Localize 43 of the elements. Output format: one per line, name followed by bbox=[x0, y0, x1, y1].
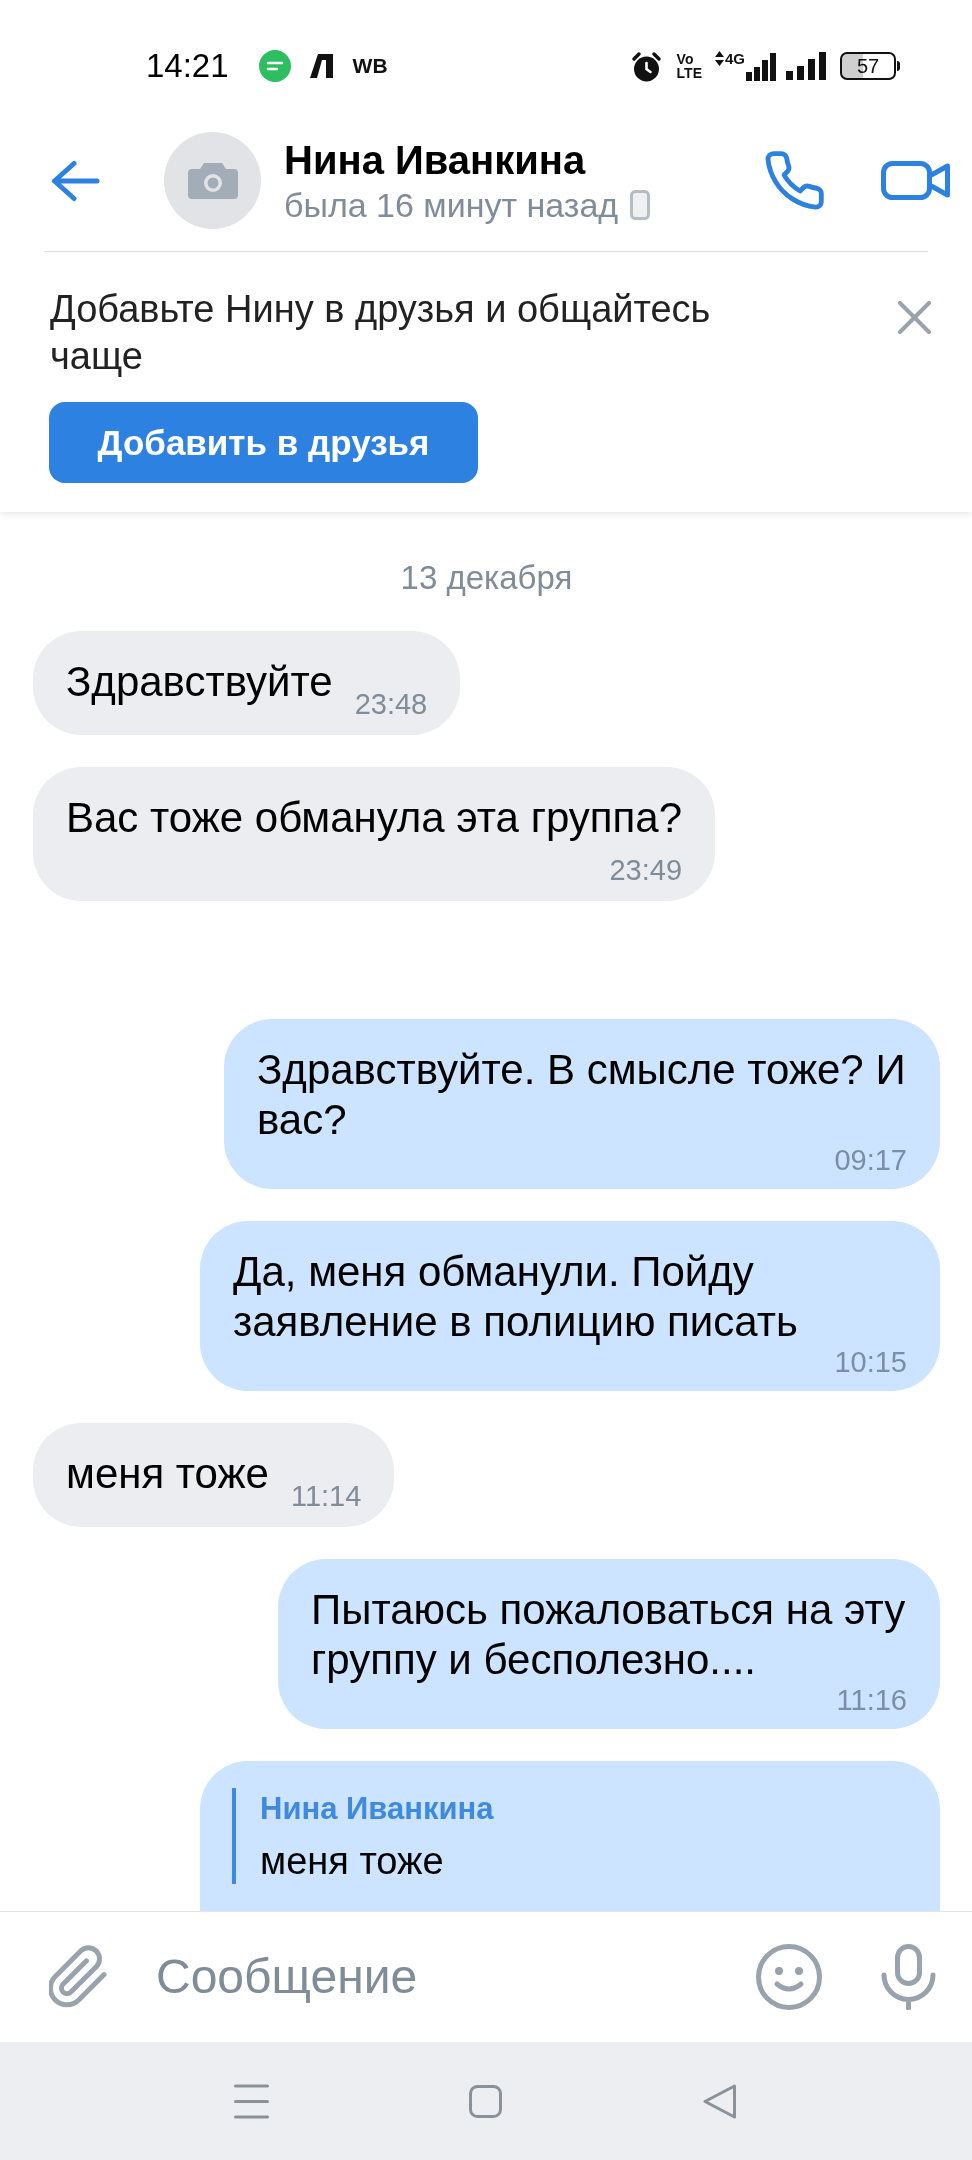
message-time: 23:49 bbox=[608, 853, 683, 887]
phone-icon[interactable] bbox=[764, 151, 825, 210]
camera-icon bbox=[187, 162, 238, 199]
add-friend-button[interactable]: Добавить в друзья bbox=[49, 402, 478, 483]
message-time: 11:14 bbox=[290, 1479, 362, 1513]
paperclip-icon[interactable] bbox=[49, 1945, 107, 2009]
message-input[interactable]: Сообщение bbox=[156, 1947, 736, 2007]
notification-label: WB bbox=[352, 54, 388, 78]
back-arrow-icon[interactable] bbox=[51, 159, 100, 202]
message-text: меня тоже bbox=[66, 1450, 269, 1497]
last-seen-status: была 16 минут назад bbox=[284, 184, 619, 226]
message-text: Пытаюсь пожаловаться на эту группу и бесполезно.... bbox=[311, 1586, 906, 1683]
message-time: 10:15 bbox=[834, 1347, 907, 1377]
alarm-clock-icon bbox=[630, 50, 662, 82]
message-time: 23:48 bbox=[354, 687, 428, 721]
chat-bubble-icon bbox=[258, 50, 291, 82]
signal-icon bbox=[746, 53, 776, 81]
message-text: Да, меня обманули. Пойду заявление в полицию писать bbox=[233, 1248, 798, 1345]
message-text: Вас тоже обманула эта группа? bbox=[66, 794, 683, 841]
data-arrows-icon bbox=[715, 51, 724, 66]
smiley-icon[interactable] bbox=[756, 1944, 822, 2010]
reply-text: меня тоже bbox=[260, 1839, 445, 1884]
battery-percent: 57 bbox=[856, 56, 880, 76]
video-camera-icon[interactable] bbox=[881, 161, 950, 200]
menu-icon[interactable] bbox=[234, 2083, 269, 2119]
message-time: 11:16 bbox=[836, 1685, 907, 1715]
square-icon[interactable] bbox=[469, 2084, 502, 2118]
volte-label: Vo LTE bbox=[676, 52, 702, 80]
microphone-icon[interactable] bbox=[881, 1944, 936, 2010]
banner-text: Добавьте Нину в друзья и общайтесь чаще bbox=[50, 287, 712, 379]
message-time: 09:17 bbox=[834, 1145, 907, 1175]
close-icon[interactable] bbox=[898, 301, 931, 334]
status-time: 14:21 bbox=[146, 46, 229, 86]
message-text: Здравствуйте bbox=[66, 658, 333, 705]
reply-author: Нина Иванкина bbox=[260, 1790, 495, 1828]
network-type-label: 4G bbox=[725, 51, 745, 66]
message-text: Здравствуйте. В смысле тоже? И вас? bbox=[257, 1046, 906, 1143]
date-separator: 13 декабря bbox=[400, 558, 573, 598]
mobile-phone-icon bbox=[630, 189, 651, 220]
signal-icon bbox=[786, 52, 826, 80]
back-icon[interactable] bbox=[703, 2083, 737, 2119]
contact-name: Нина Иванкина bbox=[284, 136, 586, 184]
slanted-logo-icon bbox=[309, 54, 333, 78]
